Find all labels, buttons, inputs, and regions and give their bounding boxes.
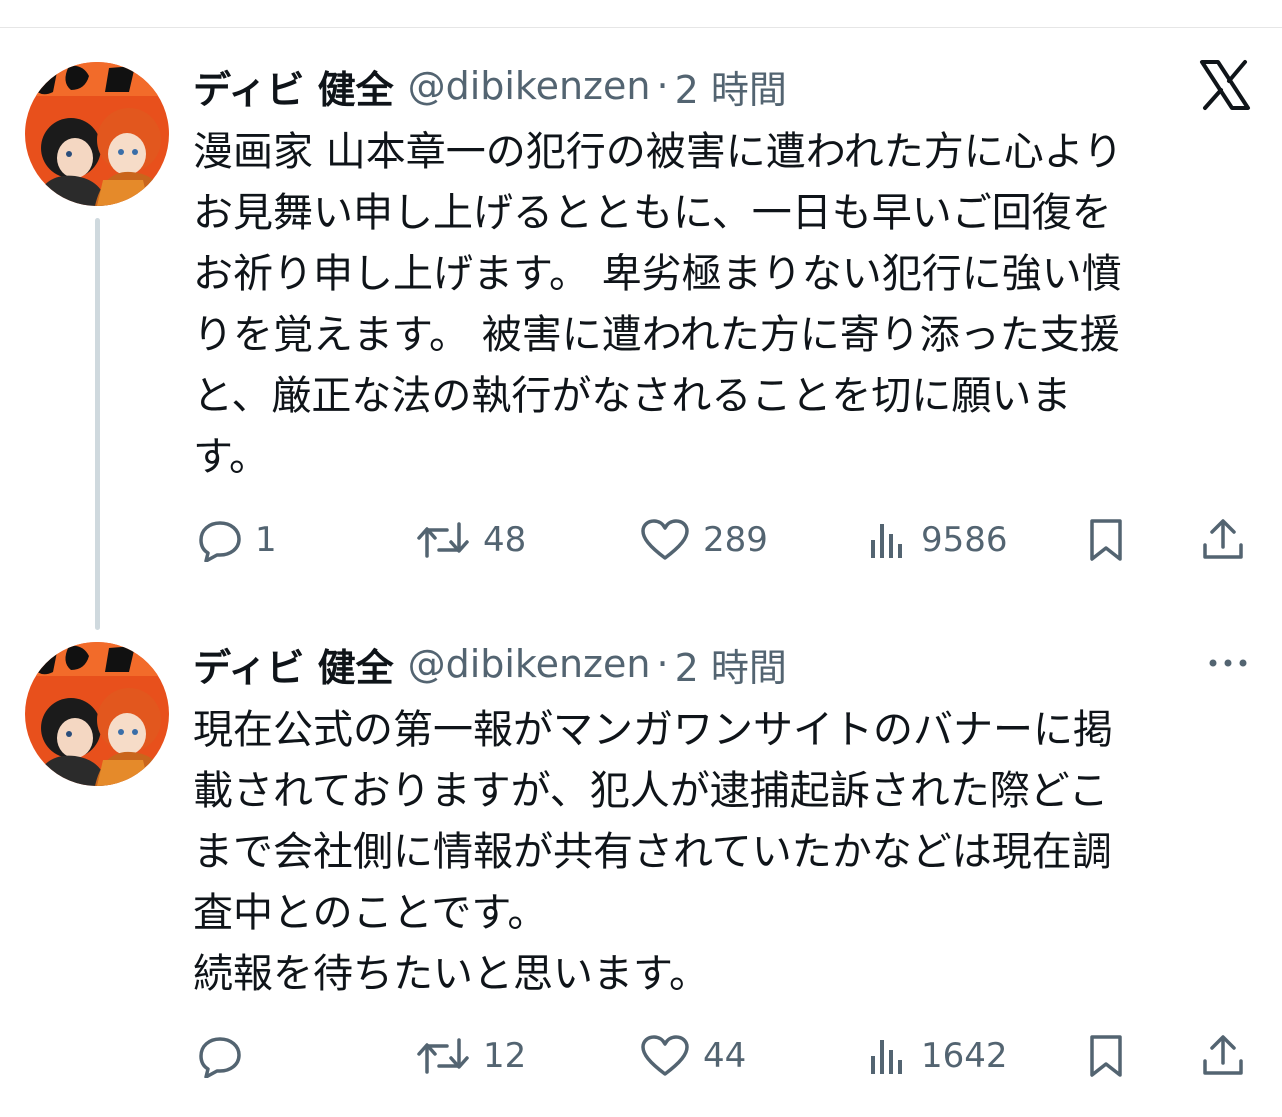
share-button[interactable]: [1200, 1031, 1246, 1081]
share-button[interactable]: [1200, 515, 1246, 565]
avatar-illustration-icon: [25, 62, 169, 206]
view-count: 1642: [921, 1036, 1008, 1076]
more-icon[interactable]: [1206, 650, 1250, 676]
tweet-header: ディビ 健全 @dibikenzen · 2 時間: [193, 60, 787, 112]
thread-view: ディビ 健全 @dibikenzen · 2 時間 漫画家 山本章一の犯行の被害…: [0, 0, 1282, 1117]
thread-connector-line: [95, 218, 100, 630]
bookmark-icon: [1090, 519, 1122, 561]
views-icon: [871, 1040, 902, 1074]
timestamp[interactable]: 2 時間: [675, 59, 787, 114]
views-icon: [871, 524, 902, 558]
separator-dot: ·: [656, 64, 669, 108]
bookmark-icon: [1090, 1035, 1122, 1077]
tweet-text: 漫画家 山本章一の犯行の被害に遭われた方に心より お見舞い申し上げるとともに、一…: [193, 129, 1123, 480]
avatar[interactable]: [25, 642, 169, 786]
like-count: 44: [703, 1036, 747, 1076]
timestamp[interactable]: 2 時間: [675, 637, 787, 692]
views-button[interactable]: 1642: [865, 1031, 1008, 1081]
repost-count: 48: [483, 520, 527, 560]
reply-button[interactable]: [193, 1031, 255, 1081]
avatar[interactable]: [25, 62, 169, 206]
reply-icon: [199, 1037, 241, 1078]
repost-icon: [417, 522, 469, 558]
display-name[interactable]: ディビ 健全: [193, 637, 394, 692]
reply-icon: [199, 521, 241, 562]
user-handle[interactable]: @dibikenzen: [408, 64, 651, 108]
tweet-text: 現在公式の第一報がマンガワンサイトのバナーに掲 載されておりますが、犯人が逮捕起…: [193, 707, 1113, 997]
user-handle[interactable]: @dibikenzen: [408, 642, 651, 686]
share-icon: [1203, 1035, 1243, 1075]
bookmark-button[interactable]: [1086, 1031, 1126, 1081]
heart-icon: [641, 519, 689, 560]
heart-icon: [641, 1035, 689, 1076]
top-divider: [0, 27, 1282, 28]
x-logo-icon[interactable]: [1198, 58, 1252, 112]
display-name[interactable]: ディビ 健全: [193, 59, 394, 114]
repost-button[interactable]: 48: [415, 515, 526, 565]
tweet-actions: 1 48 289 9586: [193, 515, 1253, 565]
share-icon: [1203, 519, 1243, 559]
like-button[interactable]: 44: [639, 1031, 746, 1081]
reply-count: 1: [255, 520, 277, 560]
tweet-header: ディビ 健全 @dibikenzen · 2 時間: [193, 638, 787, 690]
view-count: 9586: [921, 520, 1008, 560]
tweet-actions: 12 44 1642: [193, 1031, 1253, 1081]
like-count: 289: [703, 520, 768, 560]
views-button[interactable]: 9586: [865, 515, 1008, 565]
avatar-illustration-icon: [25, 642, 169, 786]
reply-button[interactable]: 1: [193, 515, 277, 565]
like-button[interactable]: 289: [639, 515, 768, 565]
repost-count: 12: [483, 1036, 527, 1076]
repost-icon: [417, 1038, 469, 1074]
bookmark-button[interactable]: [1086, 515, 1126, 565]
separator-dot: ·: [656, 642, 669, 686]
repost-button[interactable]: 12: [415, 1031, 526, 1081]
